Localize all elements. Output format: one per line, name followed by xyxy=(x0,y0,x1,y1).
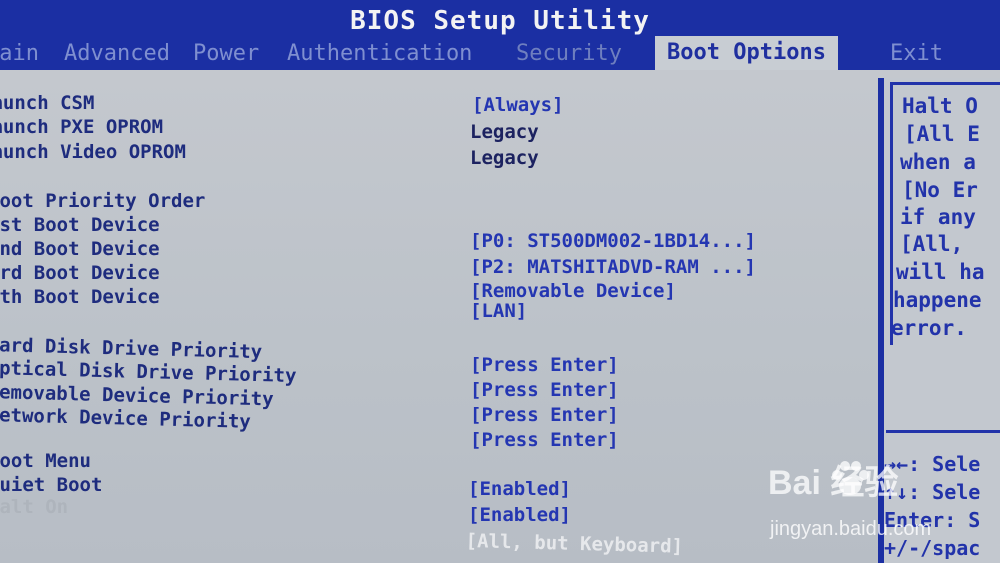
launch-pxe-oprom-value: Legacy xyxy=(470,121,539,143)
4th-boot-device-value[interactable]: [LAN] xyxy=(470,300,527,322)
help-line: error. xyxy=(891,316,967,340)
help-line: [No Er xyxy=(902,178,978,202)
setting-boot-menu-label[interactable]: Boot Menu xyxy=(0,450,91,472)
setting-launch-csm-label[interactable]: Launch CSM xyxy=(0,92,94,114)
odd-priority-value[interactable]: [Press Enter] xyxy=(470,379,619,401)
key-hint-select-screen: →←: Sele xyxy=(884,452,981,476)
tab-exit[interactable]: Exit xyxy=(890,38,943,70)
hdd-priority-value[interactable]: [Press Enter] xyxy=(470,354,619,376)
help-line: [All, xyxy=(900,232,964,256)
tab-boot-options[interactable]: Boot Options xyxy=(655,36,838,70)
help-line: happene xyxy=(893,288,982,312)
watermark-url: jingyan.baidu.com xyxy=(770,518,932,540)
help-separator xyxy=(886,430,1000,433)
1st-boot-device-value[interactable]: [P0: ST500DM002-1BD14...] xyxy=(470,230,756,252)
help-line: if any xyxy=(900,205,976,229)
quiet-boot-value[interactable]: [Enabled] xyxy=(468,504,571,526)
help-line: will ha xyxy=(896,260,985,284)
help-line: when a xyxy=(900,150,976,174)
tab-authentication[interactable]: Authentication xyxy=(287,38,472,70)
removable-priority-value[interactable]: [Press Enter] xyxy=(470,404,619,426)
3rd-boot-device-value[interactable]: [Removable Device] xyxy=(470,280,676,302)
help-line: Halt O xyxy=(902,94,978,118)
setting-2nd-boot-device-label[interactable]: 2nd Boot Device xyxy=(0,238,160,260)
tab-advanced[interactable]: Advanced xyxy=(64,38,170,70)
setting-3rd-boot-device-label[interactable]: 3rd Boot Device xyxy=(0,262,160,284)
key-hint-select-item: ↑↓: Sele xyxy=(884,480,981,504)
network-priority-value[interactable]: [Press Enter] xyxy=(470,429,619,451)
setting-1st-boot-device-label[interactable]: 1st Boot Device xyxy=(0,214,160,236)
setting-halt-on-label[interactable]: Halt On xyxy=(0,496,68,518)
setting-launch-video-oprom-label[interactable]: Launch Video OPROM xyxy=(0,141,186,163)
setting-quiet-boot-label[interactable]: Quiet Boot xyxy=(0,474,102,496)
boot-menu-value[interactable]: [Enabled] xyxy=(468,478,571,500)
bios-title: BIOS Setup Utility xyxy=(350,6,650,36)
setting-launch-pxe-oprom-label[interactable]: Launch PXE OPROM xyxy=(0,116,163,138)
setting-4th-boot-device-label[interactable]: 4th Boot Device xyxy=(0,286,160,308)
help-line: [All E xyxy=(904,122,980,146)
tab-power[interactable]: Power xyxy=(193,38,259,70)
tab-main[interactable]: Main xyxy=(0,38,39,70)
launch-csm-value[interactable]: [Always] xyxy=(472,94,564,116)
2nd-boot-device-value[interactable]: [P2: MATSHITADVD-RAM ...] xyxy=(470,256,756,278)
tab-security[interactable]: Security xyxy=(516,38,622,70)
boot-priority-order-heading: Boot Priority Order xyxy=(0,190,206,212)
paw-icon xyxy=(832,461,869,495)
launch-video-oprom-value: Legacy xyxy=(470,147,539,169)
